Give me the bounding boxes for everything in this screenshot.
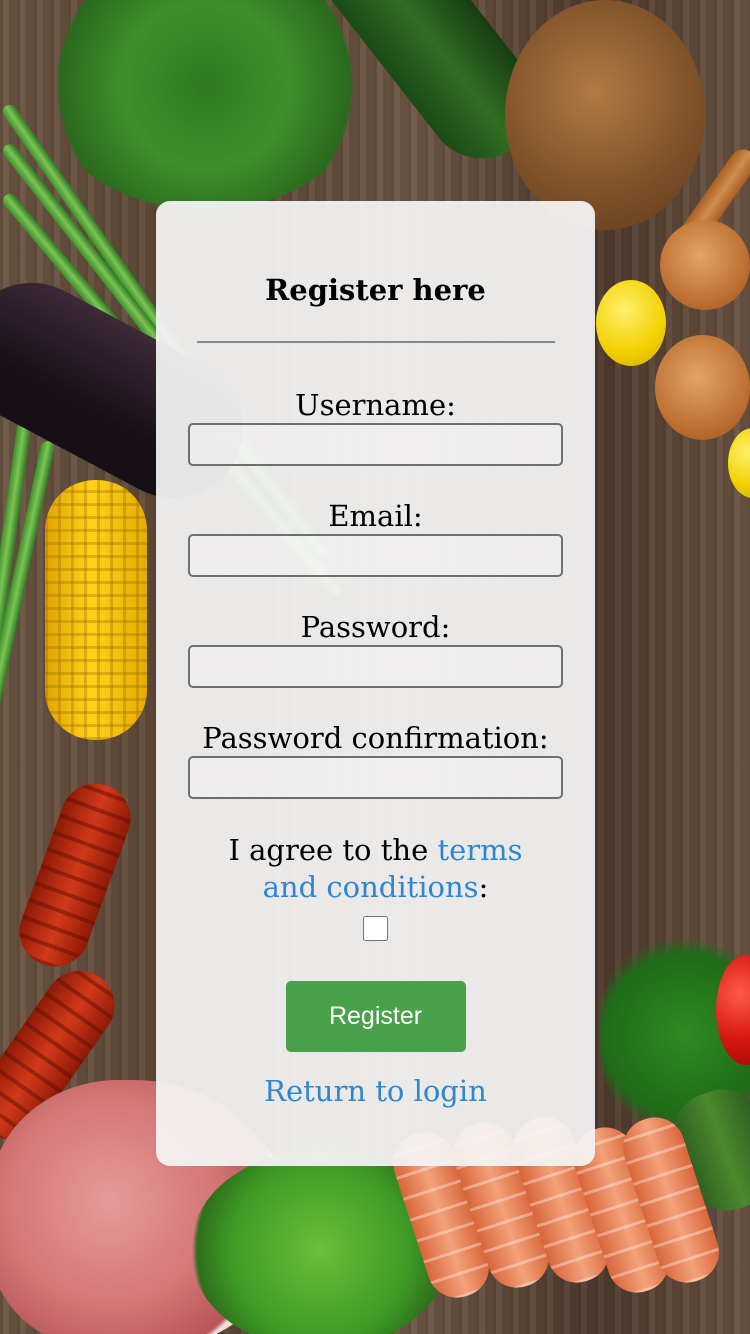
- lemon-image: [596, 280, 666, 366]
- crayfish-image: [9, 773, 141, 977]
- username-input[interactable]: [188, 423, 563, 466]
- dill-image: [40, 0, 370, 210]
- corn-image: [45, 480, 147, 740]
- password-field-group: Password:: [156, 609, 595, 688]
- password-label: Password:: [300, 610, 451, 644]
- register-card: Register here Username: Email: Password:…: [156, 201, 595, 1166]
- register-button[interactable]: Register: [285, 981, 466, 1052]
- green-onion-image: [0, 420, 32, 977]
- page-title: Register here: [265, 273, 486, 307]
- password-input[interactable]: [188, 645, 563, 688]
- terms-prefix-text: I agree to the: [228, 833, 438, 867]
- password-confirmation-field-group: Password confirmation:: [156, 720, 595, 799]
- wooden-spoon-image: [660, 220, 750, 310]
- return-to-login-link[interactable]: Return to login: [264, 1074, 487, 1108]
- terms-suffix-text: :: [478, 870, 489, 904]
- username-field-group: Username:: [156, 387, 595, 466]
- wooden-spoon-image: [655, 335, 750, 440]
- lemon-image: [728, 428, 750, 498]
- username-label: Username:: [295, 388, 456, 422]
- email-input[interactable]: [188, 534, 563, 577]
- password-confirmation-label: Password confirmation:: [202, 721, 549, 755]
- email-field-group: Email:: [156, 498, 595, 577]
- terms-agreement: I agree to the terms and conditions:: [216, 832, 536, 906]
- title-divider: [196, 341, 555, 343]
- password-confirmation-input[interactable]: [188, 756, 563, 799]
- email-label: Email:: [328, 499, 423, 533]
- coconut-image: [505, 0, 705, 230]
- terms-checkbox[interactable]: [363, 916, 388, 941]
